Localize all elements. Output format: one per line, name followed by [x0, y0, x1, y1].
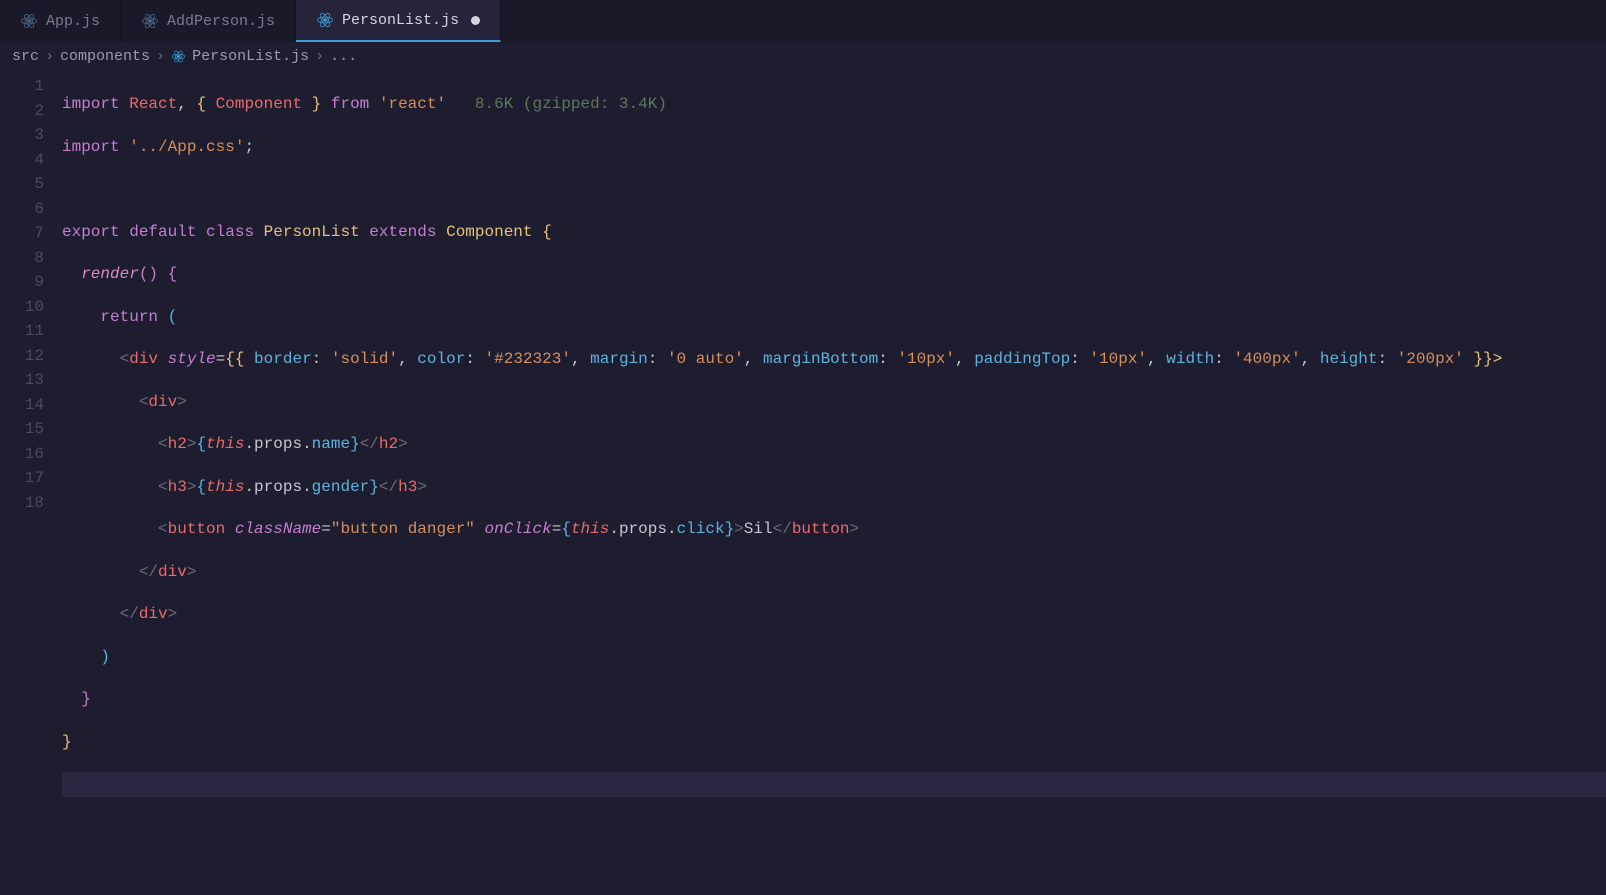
react-icon — [171, 49, 186, 64]
react-icon — [316, 11, 334, 29]
line-number: 7 — [0, 221, 62, 246]
dirty-indicator-icon — [471, 16, 480, 25]
code-line: <h2>{this.props.name}</h2> — [62, 432, 1606, 457]
code-line: </div> — [62, 560, 1606, 585]
react-icon — [20, 12, 38, 30]
line-number: 11 — [0, 319, 62, 344]
breadcrumb-seg: PersonList.js — [192, 48, 309, 65]
tab-app[interactable]: App.js — [0, 0, 121, 42]
code-line: ) — [62, 645, 1606, 670]
code-line: import '../App.css'; — [62, 135, 1606, 160]
line-number: 13 — [0, 368, 62, 393]
tab-label: App.js — [46, 13, 100, 30]
breadcrumb-seg: components — [60, 48, 150, 65]
line-number: 10 — [0, 295, 62, 320]
chevron-right-icon: › — [156, 48, 165, 65]
tab-addperson[interactable]: AddPerson.js — [121, 0, 296, 42]
line-number: 4 — [0, 148, 62, 173]
line-number: 17 — [0, 466, 62, 491]
line-number: 2 — [0, 99, 62, 124]
line-number: 18 — [0, 491, 62, 516]
code-line: } — [62, 730, 1606, 755]
code-line: <button className="button danger" onClic… — [62, 517, 1606, 542]
code-line: export default class PersonList extends … — [62, 220, 1606, 245]
editor[interactable]: 1 2 3 4 5 6 7 8 9 10 11 12 13 14 15 16 1… — [0, 70, 1606, 550]
size-hint: 8.6K (gzipped: 3.4K) — [475, 95, 667, 113]
code-line — [62, 177, 1606, 202]
line-number: 15 — [0, 417, 62, 442]
line-number: 14 — [0, 393, 62, 418]
breadcrumb[interactable]: src › components › PersonList.js › ... — [0, 42, 1606, 70]
code-line: } — [62, 687, 1606, 712]
tab-personlist[interactable]: PersonList.js — [296, 0, 501, 42]
code-line: return ( — [62, 305, 1606, 330]
chevron-right-icon: › — [315, 48, 324, 65]
line-gutter: 1 2 3 4 5 6 7 8 9 10 11 12 13 14 15 16 1… — [0, 70, 62, 550]
code-line — [62, 815, 1606, 840]
line-number: 3 — [0, 123, 62, 148]
tab-label: PersonList.js — [342, 12, 459, 29]
line-number: 1 — [0, 74, 62, 99]
code-line: render() { — [62, 262, 1606, 287]
chevron-right-icon: › — [45, 48, 54, 65]
tab-label: AddPerson.js — [167, 13, 275, 30]
line-number: 9 — [0, 270, 62, 295]
breadcrumb-seg: ... — [330, 48, 357, 65]
line-number: 5 — [0, 172, 62, 197]
line-number: 16 — [0, 442, 62, 467]
breadcrumb-seg: src — [12, 48, 39, 65]
line-number: 8 — [0, 246, 62, 271]
code-area[interactable]: import React, { Component } from 'react'… — [62, 70, 1606, 550]
react-icon — [141, 12, 159, 30]
line-number: 6 — [0, 197, 62, 222]
tab-bar: App.js AddPerson.js PersonList.js — [0, 0, 1606, 42]
code-line: </div> — [62, 602, 1606, 627]
code-line — [62, 772, 1606, 797]
line-number: 12 — [0, 344, 62, 369]
code-line: <h3>{this.props.gender}</h3> — [62, 475, 1606, 500]
code-line: import React, { Component } from 'react'… — [62, 92, 1606, 117]
code-line: <div> — [62, 390, 1606, 415]
code-line: <div style={{ border: 'solid', color: '#… — [62, 347, 1606, 372]
